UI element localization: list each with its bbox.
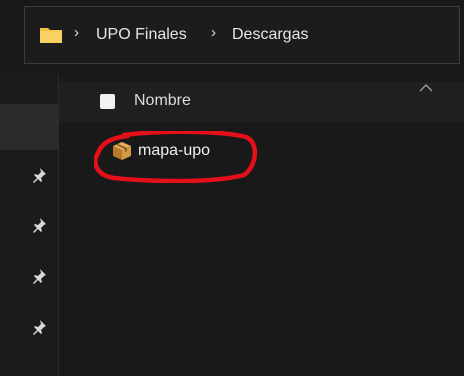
pin-icon[interactable] <box>30 318 48 336</box>
column-label-nombre: Nombre <box>134 92 191 109</box>
address-bar[interactable]: › UPO Finales › Descargas <box>24 6 460 64</box>
pin-icon[interactable] <box>30 267 48 285</box>
breadcrumb-descargas[interactable]: Descargas <box>232 26 308 44</box>
pin-icon[interactable] <box>30 166 48 184</box>
column-header-name[interactable]: Nombre <box>59 82 464 122</box>
nav-item-selected[interactable] <box>0 104 58 150</box>
breadcrumb-upo-finales[interactable]: UPO Finales <box>96 26 187 44</box>
folder-icon <box>40 28 62 43</box>
select-all-checkbox[interactable] <box>100 94 115 109</box>
chevron-right-icon[interactable]: › <box>74 24 79 41</box>
pin-icon[interactable] <box>30 216 48 234</box>
archive-box-icon <box>113 142 131 160</box>
title-bar: › UPO Finales › Descargas <box>0 0 464 74</box>
file-item-mapa-upo[interactable]: mapa-upo <box>100 136 260 168</box>
chevron-right-icon[interactable]: › <box>211 24 216 41</box>
sort-ascending-icon[interactable] <box>419 84 433 92</box>
file-name: mapa-upo <box>138 142 211 159</box>
